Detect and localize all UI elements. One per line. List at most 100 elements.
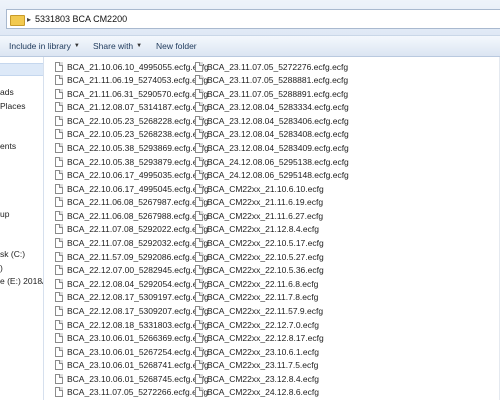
nav-item-documents[interactable]: ents — [0, 141, 16, 151]
file-item[interactable]: BCA_CM22xx_22.12.8.17.ecfg — [195, 332, 324, 345]
file-item[interactable]: BCA_22.10.06.17_4995035.ecfg.ecfg — [55, 169, 209, 182]
file-item[interactable]: BCA_23.11.07.05_5272276.ecfg.ecfg — [195, 60, 348, 73]
file-item[interactable]: BCA_23.10.06.01_5266369.ecfg.ecfg — [55, 332, 209, 345]
file-item[interactable]: BCA_22.10.05.38_5293879.ecfg.ecfg — [55, 155, 209, 168]
file-item[interactable]: BCA_22.12.08.17_5309207.ecfg.ecfg — [55, 304, 209, 317]
file-name: BCA_22.12.08.17_5309207.ecfg.ecfg — [67, 305, 209, 316]
file-item[interactable]: BCA_21.10.06.10_4995055.ecfg.ecfg — [55, 60, 209, 73]
file-item[interactable]: BCA_23.10.06.01_5267254.ecfg.ecfg — [55, 345, 209, 358]
file-item[interactable]: BCA_22.10.05.23_5268228.ecfg.ecfg — [55, 114, 209, 127]
file-icon — [195, 278, 203, 289]
file-icon — [195, 265, 203, 276]
file-item[interactable]: BCA_CM22xx_22.11.6.8.ecfg — [195, 277, 318, 290]
file-item[interactable]: BCA_23.11.07.05_5272266.ecfg.ecfg — [55, 386, 208, 399]
file-icon — [195, 170, 203, 181]
file-icon — [55, 129, 63, 140]
file-icon — [55, 102, 63, 113]
file-name: BCA_CM22xx_22.11.57.9.ecfg — [207, 305, 324, 316]
file-name: BCA_22.12.07.00_5282945.ecfg.ecfg — [67, 265, 209, 276]
file-item[interactable]: BCA_22.10.05.23_5268238.ecfg.ecfg — [55, 128, 209, 141]
file-item[interactable]: BCA_23.10.06.01_5268745.ecfg.ecfg — [55, 372, 209, 385]
file-item[interactable]: BCA_22.11.06.08_5267988.ecfg.ecfg — [55, 209, 208, 222]
file-item[interactable]: BCA_22.12.08.04_5292054.ecfg.ecfg — [55, 277, 209, 290]
file-item[interactable]: BCA_CM22xx_23.12.8.4.ecfg — [195, 372, 319, 385]
file-item[interactable]: BCA_22.11.57.09_5292086.ecfg.ecfg — [55, 250, 208, 263]
nav-item-drive[interactable]: ) — [0, 263, 3, 273]
breadcrumb-chevron-icon[interactable]: ▸ — [27, 15, 31, 24]
file-item[interactable]: BCA_CM22xx_24.12.8.6.ecfg — [195, 386, 319, 399]
file-item[interactable]: BCA_CM22xx_23.11.7.5.ecfg — [195, 359, 318, 372]
file-name: BCA_CM22xx_23.11.7.5.ecfg — [207, 360, 319, 371]
file-item[interactable]: BCA_CM22xx_21.11.6.27.ecfg — [195, 209, 323, 222]
file-name: BCA_CM22xx_21.12.8.4.ecfg — [207, 224, 319, 235]
navigation-pane: ads Places ents up sk (C:) ) e (E:) 2018… — [0, 57, 44, 400]
file-icon — [195, 102, 203, 113]
new-folder-button[interactable]: New folder — [156, 41, 197, 51]
file-item[interactable]: BCA_23.11.07.05_5288881.ecfg.ecfg — [195, 74, 348, 87]
nav-item-downloads[interactable]: ads — [0, 87, 14, 97]
file-item[interactable]: BCA_23.11.07.05_5288891.ecfg.ecfg — [195, 87, 348, 100]
file-name: BCA_23.12.08.04_5283409.ecfg.ecfg — [207, 142, 349, 153]
file-item[interactable]: BCA_CM22xx_22.10.5.36.ecfg — [195, 264, 324, 277]
file-item[interactable]: BCA_CM22xx_22.12.7.0.ecfg — [195, 318, 319, 331]
file-name: BCA_22.12.08.18_5331803.ecfg.ecfg — [67, 319, 209, 330]
chevron-down-icon: ▼ — [73, 43, 80, 49]
file-name: BCA_21.10.06.10_4995055.ecfg.ecfg — [67, 61, 209, 72]
nav-item-homegroup[interactable]: up — [0, 209, 9, 219]
file-item[interactable]: BCA_22.12.07.00_5282945.ecfg.ecfg — [55, 264, 209, 277]
file-item[interactable]: BCA_23.10.06.01_5268741.ecfg.ecfg — [55, 359, 209, 372]
include-in-library-button[interactable]: Include in library ▼ — [9, 41, 80, 51]
file-name: BCA_21.11.06.19_5274053.ecfg.ecfg — [67, 75, 209, 86]
file-name: BCA_CM22xx_22.10.5.17.ecfg — [207, 238, 324, 249]
file-icon — [195, 88, 203, 99]
file-item[interactable]: BCA_24.12.08.06_5295138.ecfg.ecfg — [195, 155, 349, 168]
file-icon — [55, 183, 63, 194]
nav-selected-item[interactable] — [0, 63, 43, 76]
file-item[interactable]: BCA_CM22xx_22.10.5.17.ecfg — [195, 237, 324, 250]
file-item[interactable]: BCA_21.12.08.07_5314187.ecfg.ecfg — [55, 101, 209, 114]
file-name: BCA_24.12.08.06_5295138.ecfg.ecfg — [207, 156, 349, 167]
file-icon — [55, 333, 63, 344]
file-icon — [195, 387, 203, 398]
file-name: BCA_22.12.08.17_5309197.ecfg.ecfg — [67, 292, 209, 303]
file-item[interactable]: BCA_CM22xx_23.10.6.1.ecfg — [195, 345, 319, 358]
file-name: BCA_22.11.07.08_5292032.ecfg.ecfg — [67, 238, 209, 249]
file-item[interactable]: BCA_23.12.08.04_5283409.ecfg.ecfg — [195, 141, 349, 154]
file-item[interactable]: BCA_CM22xx_22.11.57.9.ecfg — [195, 304, 323, 317]
file-item[interactable]: BCA_22.11.07.08_5292032.ecfg.ecfg — [55, 237, 208, 250]
file-item[interactable]: BCA_23.12.08.04_5283408.ecfg.ecfg — [195, 128, 349, 141]
file-item[interactable]: BCA_CM22xx_21.10.6.10.ecfg — [195, 182, 324, 195]
file-name: BCA_CM22xx_22.10.5.36.ecfg — [207, 265, 324, 276]
share-with-button[interactable]: Share with ▼ — [93, 41, 142, 51]
file-name: BCA_22.10.05.23_5268228.ecfg.ecfg — [67, 115, 209, 126]
file-item[interactable]: BCA_23.12.08.04_5283406.ecfg.ecfg — [195, 114, 349, 127]
file-icon — [195, 142, 203, 153]
file-icon — [195, 224, 203, 235]
file-item[interactable]: BCA_22.12.08.17_5309197.ecfg.ecfg — [55, 291, 209, 304]
file-item[interactable]: BCA_21.11.06.19_5274053.ecfg.ecfg — [55, 74, 208, 87]
file-name: BCA_23.11.07.05_5272266.ecfg.ecfg — [67, 387, 209, 398]
file-icon — [195, 373, 203, 384]
nav-item-recent-places[interactable]: Places — [0, 101, 26, 111]
file-item[interactable]: BCA_CM22xx_22.10.5.27.ecfg — [195, 250, 324, 263]
file-icon — [55, 142, 63, 153]
file-item[interactable]: BCA_22.10.05.38_5293869.ecfg.ecfg — [55, 141, 209, 154]
file-name: BCA_23.11.07.05_5288891.ecfg.ecfg — [207, 88, 349, 99]
file-name: BCA_21.12.08.07_5314187.ecfg.ecfg — [67, 102, 209, 113]
file-item[interactable]: BCA_22.11.06.08_5267987.ecfg.ecfg — [55, 196, 208, 209]
nav-item-local-disk-c[interactable]: sk (C:) — [0, 249, 25, 259]
address-field[interactable]: ▸ 5331803 BCA CM2200 — [6, 9, 500, 29]
file-item[interactable]: BCA_23.12.08.04_5283334.ecfg.ecfg — [195, 101, 349, 114]
breadcrumb-current-folder[interactable]: 5331803 BCA CM2200 — [35, 14, 127, 24]
file-item[interactable]: BCA_22.10.06.17_4995045.ecfg.ecfg — [55, 182, 209, 195]
file-item[interactable]: BCA_CM22xx_21.11.6.19.ecfg — [195, 196, 323, 209]
file-item[interactable]: BCA_CM22xx_21.12.8.4.ecfg — [195, 223, 319, 236]
file-item[interactable]: BCA_21.11.06.31_5290570.ecfg.ecfg — [55, 87, 208, 100]
nav-item-drive-e[interactable]: e (E:) 2018Ap — [0, 276, 43, 286]
file-item[interactable]: BCA_22.11.07.08_5292022.ecfg.ecfg — [55, 223, 208, 236]
file-icon — [55, 224, 63, 235]
file-item[interactable]: BCA_24.12.08.06_5295148.ecfg.ecfg — [195, 169, 349, 182]
file-name: BCA_23.10.06.01_5266369.ecfg.ecfg — [67, 333, 209, 344]
file-item[interactable]: BCA_22.12.08.18_5331803.ecfg.ecfg — [55, 318, 209, 331]
file-item[interactable]: BCA_CM22xx_22.11.7.8.ecfg — [195, 291, 318, 304]
